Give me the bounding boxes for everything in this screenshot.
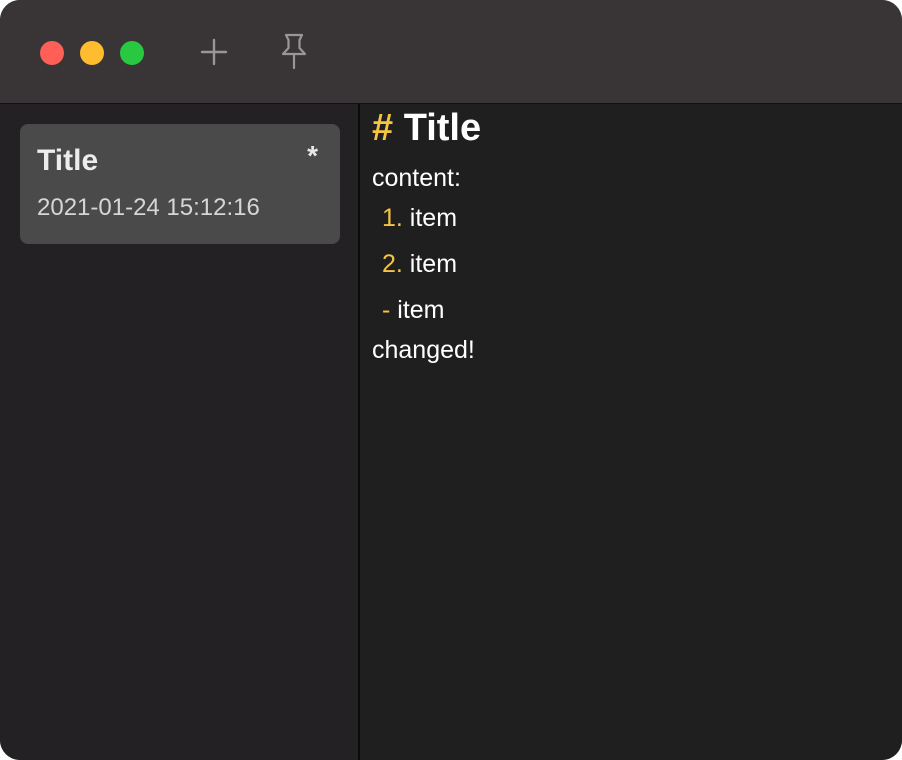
note-title: Title [37, 144, 99, 177]
content-line: content: [372, 164, 461, 192]
list-marker: 2. [382, 250, 403, 278]
markdown-editor[interactable]: # Title content: 1. item 2. item - item … [360, 104, 902, 760]
close-window-button[interactable] [40, 41, 64, 65]
heading-text: Title [393, 107, 482, 149]
heading-line: # Title [372, 107, 481, 150]
notes-sidebar: Title * 2021-01-24 15:12:16 [0, 104, 360, 760]
list-item-text: item [390, 296, 445, 324]
list-item-text: item [402, 204, 458, 232]
pin-note-button[interactable] [274, 32, 314, 72]
title-bar [0, 0, 902, 104]
heading-marker: # [372, 107, 394, 149]
new-note-button[interactable] [194, 32, 234, 72]
zoom-window-button[interactable] [120, 41, 144, 65]
note-list-item[interactable]: Title * 2021-01-24 15:12:16 [20, 124, 340, 244]
list-marker: 1. [382, 204, 403, 232]
list-item: 2. item [382, 250, 457, 279]
app-window: Title * 2021-01-24 15:12:16 # Title cont… [0, 0, 902, 760]
minimize-window-button[interactable] [80, 41, 104, 65]
unsaved-indicator: * [307, 140, 318, 171]
list-item: - item [382, 296, 445, 325]
list-item: 1. item [382, 204, 457, 233]
content-line: changed! [372, 336, 475, 364]
plus-icon [200, 38, 228, 66]
note-date: 2021-01-24 15:12:16 [37, 194, 260, 221]
pin-icon [281, 33, 307, 70]
list-item-text: item [402, 250, 458, 278]
